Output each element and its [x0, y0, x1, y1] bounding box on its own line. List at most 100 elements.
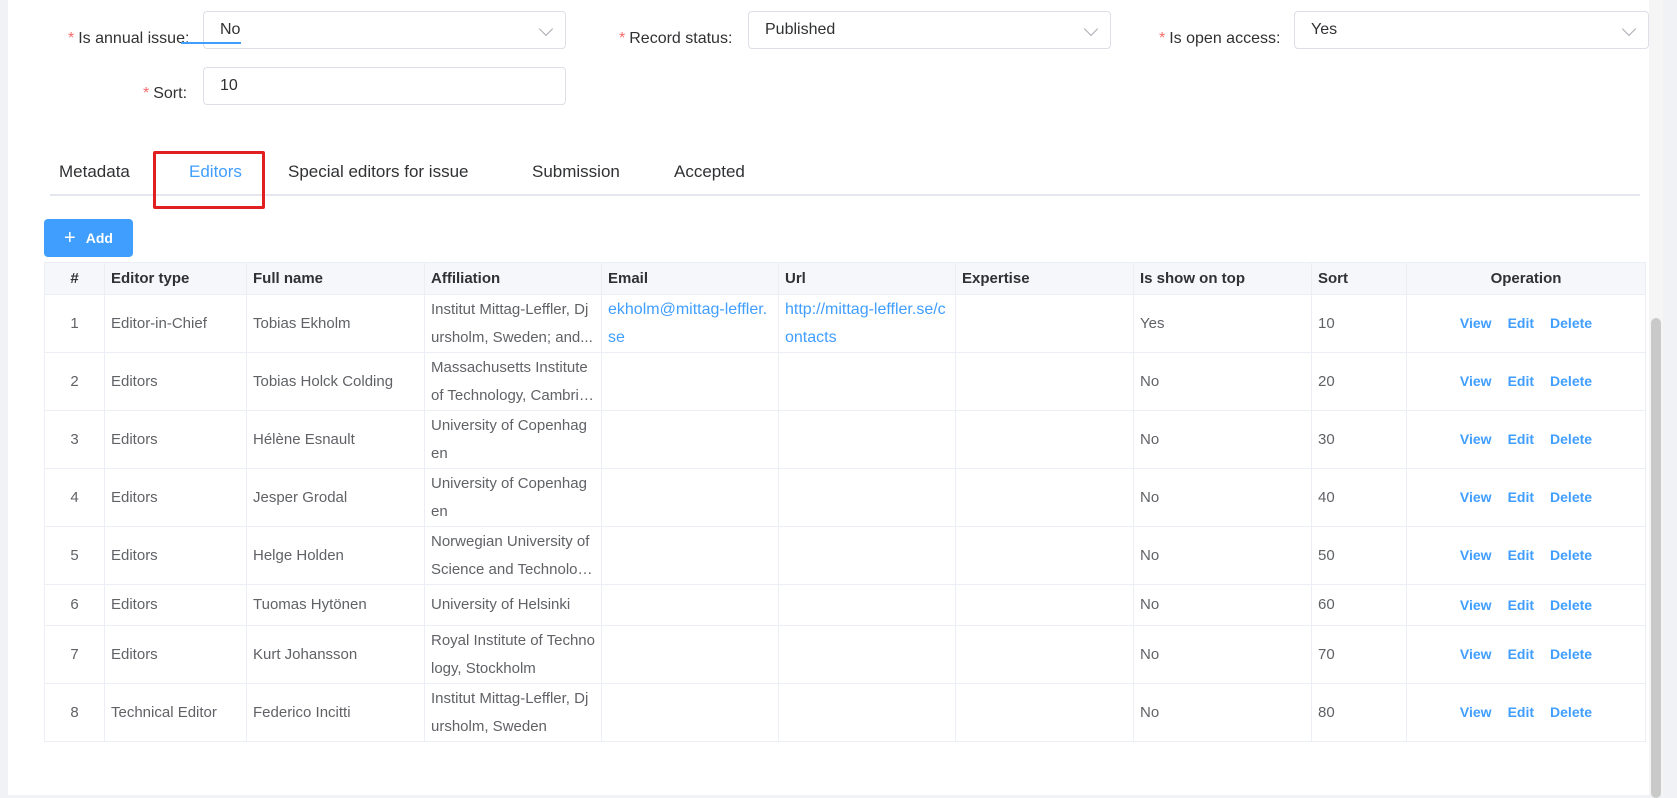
cell-show-on-top: No	[1133, 584, 1312, 626]
editors-table: # Editor type Full name Affiliation Emai…	[44, 262, 1646, 742]
open-access-label: * Is open access:	[1159, 30, 1281, 47]
delete-link[interactable]: Delete	[1550, 646, 1592, 662]
cell-show-on-top-text: No	[1140, 372, 1160, 390]
view-link[interactable]: View	[1460, 373, 1492, 389]
cell-editor-type-text: Editors	[111, 546, 158, 564]
cell-email	[601, 625, 779, 684]
view-link[interactable]: View	[1460, 547, 1492, 563]
col-header-editor-type: Editor type	[104, 262, 247, 295]
cell-expertise	[955, 352, 1134, 411]
cell-sort: 70	[1311, 625, 1407, 684]
cell-index-text: 3	[70, 430, 79, 448]
plus-icon: +	[64, 227, 76, 249]
tab-accepted[interactable]: Accepted	[674, 162, 745, 182]
cell-affiliation-text: University of Copenhagen	[431, 474, 587, 520]
col-header-url: Url	[778, 262, 956, 295]
cell-index-text: 8	[70, 703, 79, 721]
cell-index-text: 1	[70, 314, 79, 332]
col-header-sort: Sort	[1311, 262, 1407, 295]
cell-affiliation: Norwegian University of Science and Tech…	[424, 526, 602, 585]
cell-editor-type: Editors	[104, 584, 247, 626]
cell-affiliation-text: Royal Institute of Technology, Stockholm	[431, 631, 595, 677]
open-access-select[interactable]: Yes	[1294, 11, 1649, 49]
scrollbar-thumb[interactable]	[1651, 318, 1661, 798]
cell-email-text[interactable]: ekholm@mittag-leffler.se	[608, 296, 772, 352]
tab-special-editors[interactable]: Special editors for issue	[288, 162, 468, 182]
edit-link[interactable]: Edit	[1508, 315, 1534, 331]
edit-link[interactable]: Edit	[1508, 597, 1534, 613]
cell-sort: 10	[1311, 294, 1407, 353]
cell-operation: View Edit Delete	[1406, 352, 1646, 411]
delete-link[interactable]: Delete	[1550, 547, 1592, 563]
cell-editor-type: Editors	[104, 468, 247, 527]
cell-operation: View Edit Delete	[1406, 468, 1646, 527]
chevron-down-icon	[538, 21, 554, 37]
cell-full-name-text: Helge Holden	[253, 546, 344, 564]
edit-link[interactable]: Edit	[1508, 646, 1534, 662]
delete-link[interactable]: Delete	[1550, 431, 1592, 447]
view-link[interactable]: View	[1460, 489, 1492, 505]
delete-link[interactable]: Delete	[1550, 597, 1592, 613]
delete-link[interactable]: Delete	[1550, 315, 1592, 331]
annual-issue-select[interactable]: No	[203, 11, 566, 49]
cell-url	[778, 584, 956, 626]
cell-sort: 40	[1311, 468, 1407, 527]
cell-affiliation-text: Massachusetts Institute of Technology, C…	[431, 358, 588, 404]
sort-label: * Sort:	[143, 85, 188, 102]
delete-link[interactable]: Delete	[1550, 489, 1592, 505]
add-button[interactable]: + Add	[44, 219, 133, 257]
cell-index-text: 7	[70, 645, 79, 663]
scrollbar[interactable]	[1649, 0, 1663, 798]
cell-full-name: Helge Holden	[246, 526, 425, 585]
sort-input[interactable]: 10	[203, 67, 566, 105]
cell-index-text: 4	[70, 488, 79, 506]
cell-editor-type: Editors	[104, 352, 247, 411]
table-body: 1 Editor-in-Chief Tobias Ekholm Institut Mi…	[44, 294, 1646, 742]
cell-email	[601, 410, 779, 469]
cell-affiliation-text: University of Helsinki	[431, 596, 571, 613]
record-status-select[interactable]: Published	[748, 11, 1111, 49]
edit-link[interactable]: Edit	[1508, 373, 1534, 389]
main-panel: * Is annual issue: No * Record status: Pub…	[8, 0, 1663, 798]
cell-editor-type-text: Technical Editor	[111, 703, 217, 721]
edit-link[interactable]: Edit	[1508, 547, 1534, 563]
delete-link[interactable]: Delete	[1550, 704, 1592, 720]
view-link[interactable]: View	[1460, 646, 1492, 662]
cell-index-text: 5	[70, 546, 79, 564]
cell-url-text[interactable]: http://mittag-leffler.se/contacts	[785, 296, 949, 352]
sort-input-value: 10	[220, 77, 238, 94]
delete-link[interactable]: Delete	[1550, 373, 1592, 389]
edit-link[interactable]: Edit	[1508, 431, 1534, 447]
cell-show-on-top-text: No	[1140, 645, 1160, 663]
cell-expertise	[955, 410, 1134, 469]
cell-email	[601, 352, 779, 411]
view-link[interactable]: View	[1460, 704, 1492, 720]
col-header-full-name: Full name	[246, 262, 425, 295]
cell-sort: 50	[1311, 526, 1407, 585]
open-access-value: Yes	[1311, 21, 1338, 38]
cell-index: 8	[44, 683, 105, 742]
cell-editor-type: Editors	[104, 410, 247, 469]
cell-show-on-top-text: No	[1140, 488, 1160, 506]
table-row: 7 Editors Kurt Johansson Royal Institute of…	[44, 625, 1646, 684]
cell-editor-type-text: Editors	[111, 430, 158, 448]
view-link[interactable]: View	[1460, 597, 1492, 613]
form-item-open-access: * Is open access:	[1159, 20, 1280, 58]
edit-link[interactable]: Edit	[1508, 489, 1534, 505]
view-link[interactable]: View	[1460, 315, 1492, 331]
highlight-annotation	[153, 151, 265, 209]
annual-issue-value: No	[220, 21, 241, 38]
cell-full-name-text: Tuomas Hytönen	[253, 596, 367, 613]
table-row: 2 Editors Tobias Holck Colding Massachusett…	[44, 352, 1646, 411]
cell-sort-text: 20	[1318, 372, 1335, 390]
tab-metadata[interactable]: Metadata	[59, 162, 130, 182]
cell-sort-text: 50	[1318, 546, 1335, 564]
cell-editor-type: Editors	[104, 526, 247, 585]
cell-full-name: Tobias Holck Colding	[246, 352, 425, 411]
edit-link[interactable]: Edit	[1508, 704, 1534, 720]
cell-show-on-top: No	[1133, 352, 1312, 411]
cell-index: 3	[44, 410, 105, 469]
tab-submission[interactable]: Submission	[532, 162, 620, 182]
view-link[interactable]: View	[1460, 431, 1492, 447]
cell-show-on-top: No	[1133, 683, 1312, 742]
